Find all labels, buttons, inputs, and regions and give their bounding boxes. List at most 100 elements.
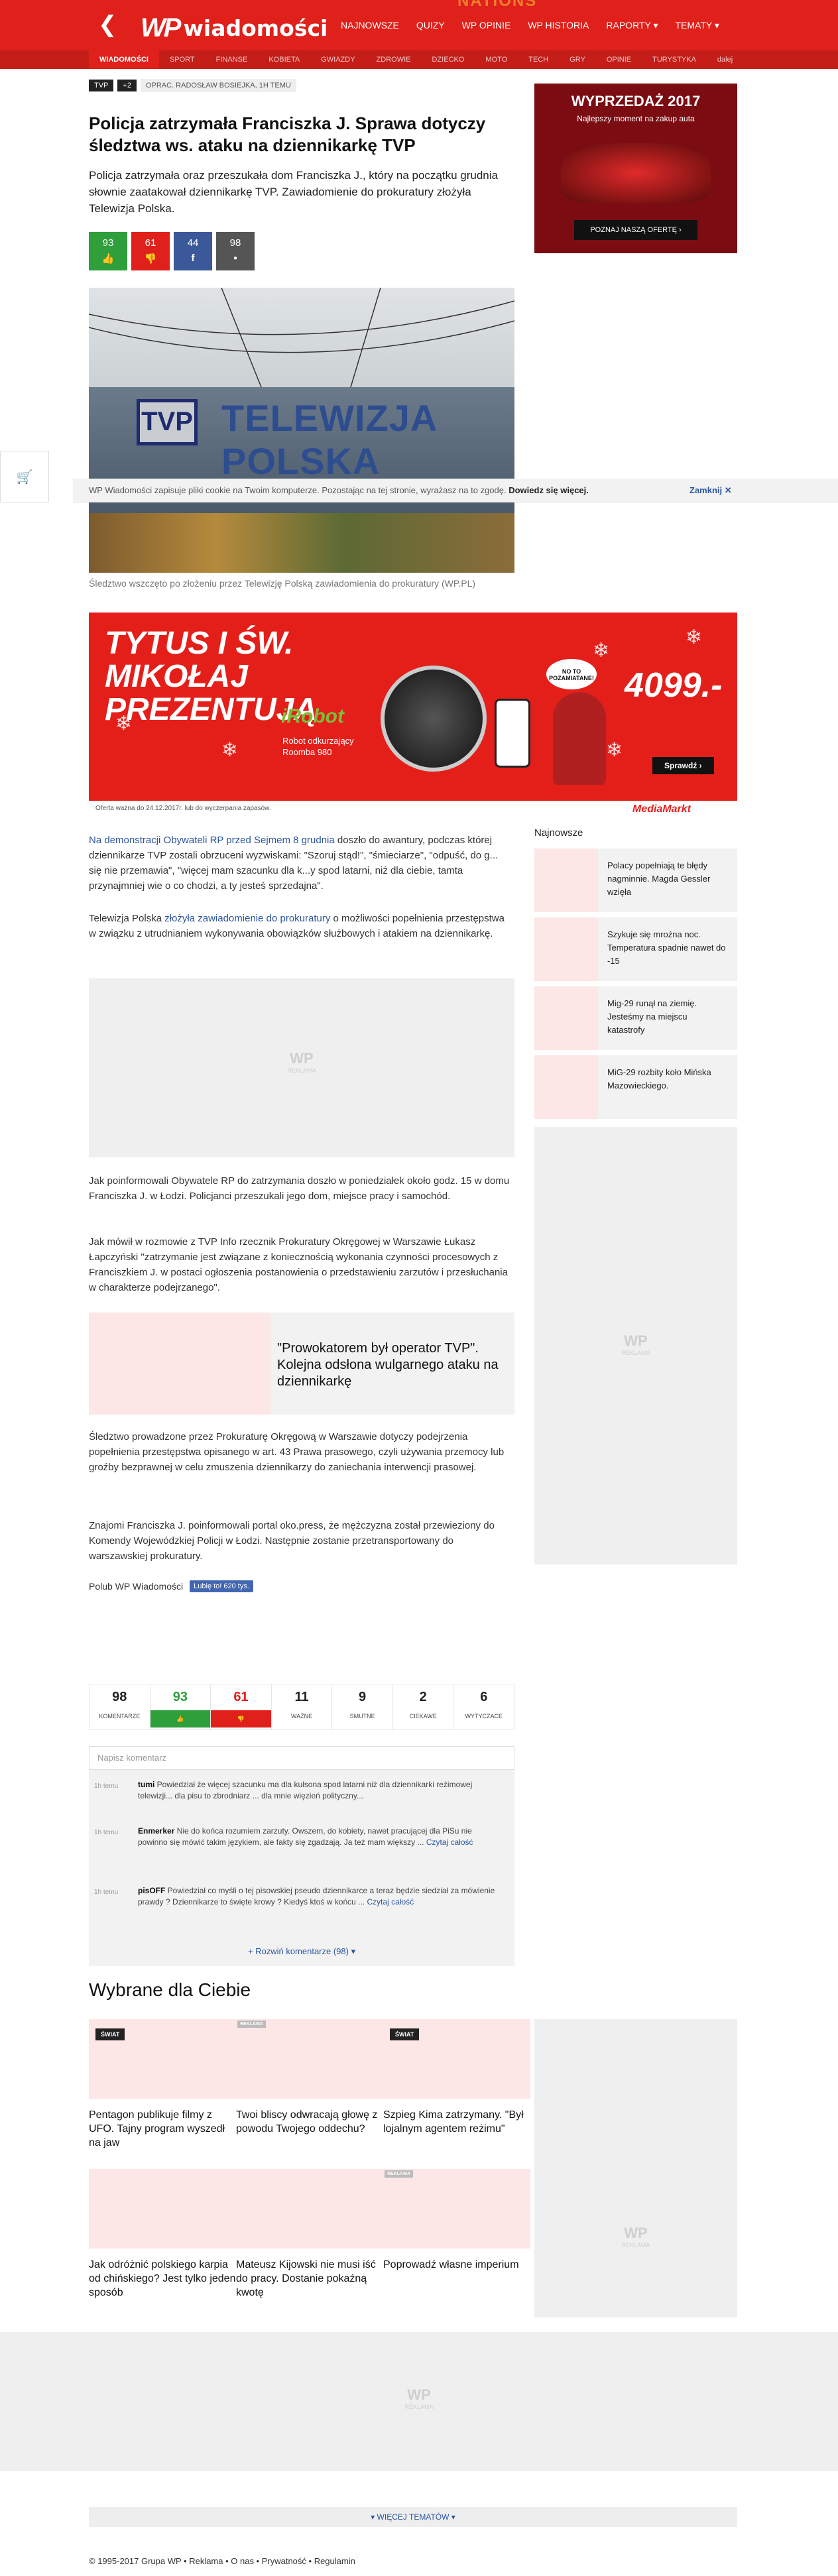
nav-raporty[interactable]: RAPORTY ▾ <box>606 20 658 31</box>
tag-tvp[interactable]: TVP <box>89 80 114 91</box>
stat-likes[interactable]: 93 👍 <box>149 1684 211 1730</box>
snowflake-icon: ❄ <box>686 626 703 648</box>
dislike-count: 61 <box>145 237 156 249</box>
recommended-card[interactable]: REKLAMA Poprowadź własne imperium <box>383 2169 530 2272</box>
recommended-card[interactable]: ŚWIAT Szpieg Kima zatrzymany. "Był lojal… <box>383 2019 530 2136</box>
card-badge: REKLAMA <box>237 2020 266 2028</box>
paragraph-4: Jak mówił w rozmowie z TVP Info rzecznik… <box>89 1236 508 1293</box>
comment-user[interactable]: Enmerker <box>138 1826 174 1836</box>
nav-wp-opinie[interactable]: WP OPINIE <box>462 20 511 31</box>
comment-icon: ▪ <box>233 253 237 264</box>
related-thumbnail <box>89 1313 270 1415</box>
comment-input[interactable]: Napisz komentarz <box>89 1746 514 1770</box>
telewizja-polska-sign: TELEWIZJA POLSKA <box>221 397 437 482</box>
complaint-link[interactable]: złożyła zawiadomienie do prokuratury <box>164 913 330 924</box>
subnav-sport[interactable]: SPORT <box>159 50 206 69</box>
related-title: "Prowokatorem był operator TVP". Kolejna… <box>277 1341 499 1389</box>
related-article-card[interactable]: "Prowokatorem był operator TVP". Kolejna… <box>89 1313 514 1415</box>
stat-wytyczace[interactable]: 6 WYTYCZACE <box>453 1684 515 1730</box>
latest-item[interactable]: Polacy popełniają te błędy nagminnie. Ma… <box>534 849 737 912</box>
header-watermark: NATIONS <box>457 0 538 10</box>
latest-item[interactable]: Szykuje się mroźna noc. Temperatura spad… <box>534 917 737 981</box>
read-more-link[interactable]: Czytaj całość <box>426 1838 473 1847</box>
nav-najnowsze[interactable]: NAJNOWSZE <box>341 20 399 31</box>
dislike-icon: 👎 <box>211 1710 271 1727</box>
subnav-dziecko[interactable]: DZIECKO <box>422 50 475 69</box>
stat-wazne[interactable]: 11 WAŻNE <box>270 1684 332 1730</box>
cookie-text: WP Wiadomości zapisuje pliki cookie na T… <box>89 485 507 495</box>
vote-buttons: 93 👍 61 👎 44 f 98 ▪ <box>89 232 255 270</box>
card-title: Twoi bliscy odwracają głowę z powodu Two… <box>236 2109 378 2135</box>
card-badge: REKLAMA <box>385 2170 413 2178</box>
more-topics-button[interactable]: ▾ WIĘCEJ TEMATÓW ▾ <box>89 2507 737 2527</box>
card-title: Pentagon publikuje filmy z UFO. Tajny pr… <box>89 2109 225 2148</box>
share-count: 44 <box>187 237 199 249</box>
subnav-gry[interactable]: GRY <box>559 50 596 69</box>
comment-user[interactable]: tumi <box>138 1780 154 1789</box>
dislike-button[interactable]: 61 👎 <box>131 232 170 270</box>
side-ad-cta[interactable]: POZNAJ NASZĄ OFERTĘ › <box>574 220 697 240</box>
recommended-card[interactable]: Jak odróżnić polskiego karpia od chiński… <box>89 2169 236 2300</box>
card-title: Jak odróżnić polskiego karpia od chiński… <box>89 2259 236 2298</box>
back-arrow-icon[interactable]: ❮ <box>98 13 118 36</box>
snowflake-icon: ❄ <box>221 739 239 761</box>
stat-ciekawe[interactable]: 2 CIEKAWE <box>392 1684 453 1730</box>
comment-count: 98 <box>229 237 241 249</box>
subnav-tech[interactable]: TECH <box>518 50 559 69</box>
fb-like-button[interactable]: Lubię to! 620 tys. <box>190 1580 253 1592</box>
subnav-gwiazdy[interactable]: GWIAZDY <box>310 50 365 69</box>
subnav-finanse[interactable]: FINANSE <box>206 50 259 69</box>
irobot-logo: iRobot <box>281 705 344 727</box>
nav-wp-historia[interactable]: WP HISTORIA <box>528 20 589 31</box>
mediamarkt-ad[interactable]: TYTUS I ŚW. MIKOŁAJ PREZENTUJĄ ❄ ❄ ❄ ❄ ❄… <box>89 613 737 817</box>
nav-tematy[interactable]: TEMATY ▾ <box>675 20 719 31</box>
latest-item[interactable]: Mig-29 runął na ziemię. Jesteśmy na miej… <box>534 986 737 1050</box>
stat-smutne[interactable]: 9 SMUTNE <box>331 1684 392 1730</box>
expand-comments-button[interactable]: + Rozwiń komentarze (98) ▾ <box>89 1946 514 1957</box>
ad-product: Robot odkurzający Roomba 980 <box>282 736 354 757</box>
nav-quizy[interactable]: QUIZY <box>416 20 445 31</box>
tvp-sign: TVP <box>137 399 198 445</box>
stat-dislikes[interactable]: 61 👎 <box>210 1684 271 1730</box>
stat-comments[interactable]: 98 KOMENTARZE <box>89 1684 150 1730</box>
subnav-opinie[interactable]: OPINIE <box>596 50 642 69</box>
robot-vacuum-image <box>381 666 487 772</box>
recommended-card[interactable]: ŚWIAT Pentagon publikuje filmy z UFO. Ta… <box>89 2019 236 2150</box>
wp-ad-mark: WP REKLAMA <box>621 2225 650 2249</box>
recommended-card[interactable]: REKLAMA Twoi bliscy odwracają głowę z po… <box>236 2019 383 2136</box>
author-line: OPRAC. RADOSŁAW BOSIEJKA, 1H TEMU <box>140 79 296 92</box>
snowflake-icon: ❄ <box>593 640 610 662</box>
facebook-share-button[interactable]: 44 f <box>174 232 212 270</box>
article-lead: Policja zatrzymała oraz przeszukała dom … <box>89 169 498 215</box>
site-logo[interactable]: WP wiadomości <box>141 13 328 43</box>
like-button[interactable]: 93 👍 <box>89 232 127 270</box>
tag-more[interactable]: +2 <box>117 80 137 91</box>
latest-heading: Najnowsze <box>534 827 583 839</box>
card-title: Poprowadź własne imperium <box>383 2259 519 2270</box>
side-ad-slot-2: WP REKLAMA <box>534 2019 737 2317</box>
car-sale-ad[interactable]: WYPRZEDAŻ 2017 Najlepszy moment na zakup… <box>534 84 737 253</box>
paragraph-1: Na demonstracji Obywateli RP przed Sejme… <box>89 835 499 892</box>
comment-user[interactable]: pisOFF <box>138 1886 165 1895</box>
read-more-link[interactable]: Czytaj całość <box>367 1897 414 1906</box>
ad-speech-bubble: NO TO POZAMIATANE! <box>546 659 597 689</box>
recommended-card[interactable]: Mateusz Kijowski nie musi iść do pracy. … <box>236 2169 383 2300</box>
subnav-moto[interactable]: MOTO <box>475 50 518 69</box>
ad-cta-button[interactable]: Sprawdź › <box>652 757 714 774</box>
demo-link[interactable]: Na demonstracji Obywateli RP przed Sejme… <box>89 835 335 846</box>
cart-icon[interactable]: 🛒 <box>0 451 49 502</box>
cookie-close-button[interactable]: Zamknij ✕ <box>689 485 732 496</box>
comments-button[interactable]: 98 ▪ <box>216 232 255 270</box>
like-icon: 👍 <box>150 1710 211 1727</box>
subnav-dalej[interactable]: dalej <box>707 50 743 69</box>
main-nav: NAJNOWSZE QUIZY WP OPINIE WP HISTORIA RA… <box>341 20 737 31</box>
subnav-wiadomosci[interactable]: WIADOMOŚCI <box>89 50 159 69</box>
character-image <box>553 692 606 785</box>
cookie-more-link[interactable]: Dowiedz się więcej. <box>509 485 589 495</box>
paragraph-6: Znajomi Franciszka J. poinformowali port… <box>89 1520 495 1562</box>
latest-item[interactable]: MiG-29 rozbity koło Mińska Mazowieckiego… <box>534 1055 737 1119</box>
subnav-turystyka[interactable]: TURYSTYKA <box>642 50 707 69</box>
wp-ad-mark: WP REKLAMA <box>621 1332 650 1356</box>
subnav-zdrowie[interactable]: ZDROWIE <box>366 50 422 69</box>
subnav-kobieta[interactable]: KOBIETA <box>258 50 310 69</box>
